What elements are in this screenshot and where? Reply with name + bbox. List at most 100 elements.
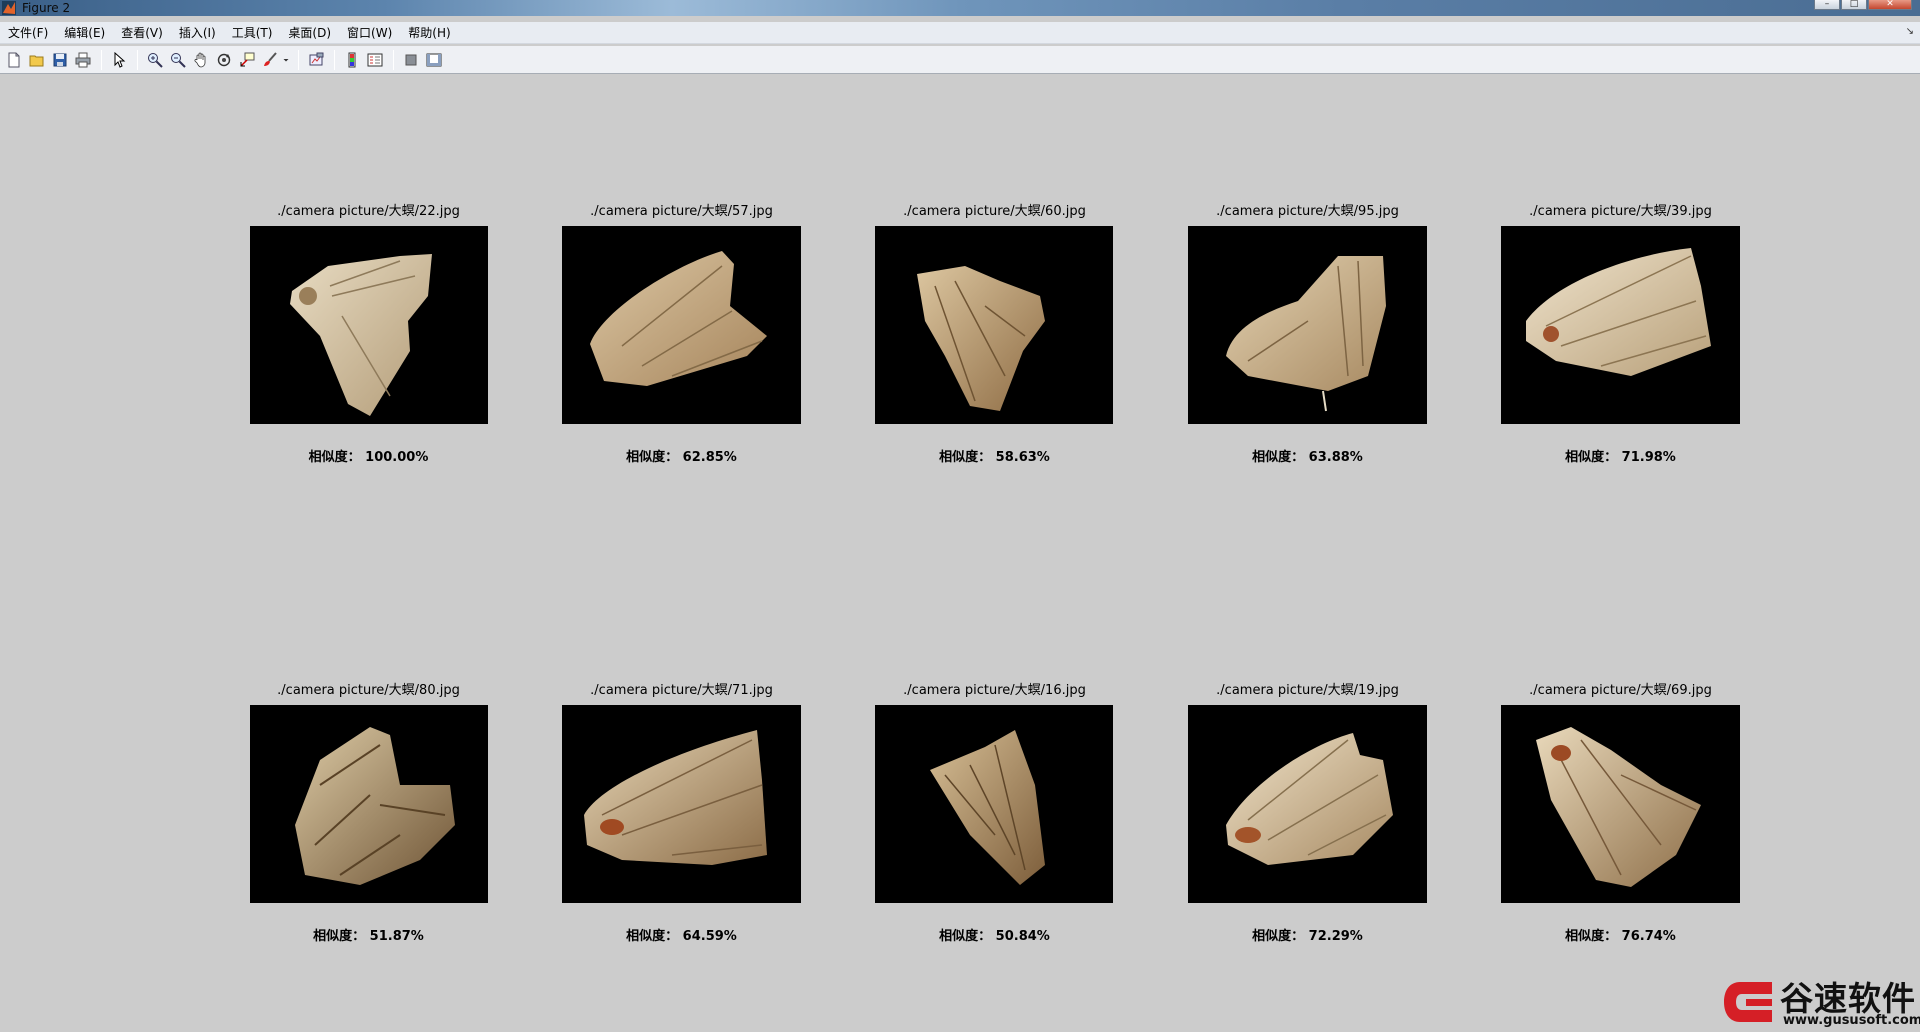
similarity-label: 相似度： 72.29% [1252,929,1363,944]
brush-icon [263,51,277,66]
open-file-button[interactable] [26,49,47,71]
toolbar-separator [137,49,138,70]
watermark-url: www.gususoft.com [1783,1013,1920,1028]
similarity-label: 相似度： 58.63% [939,450,1050,465]
print-button[interactable] [72,49,93,71]
image-path-title: ./camera picture/大螟/19.jpg [1216,683,1399,698]
printer-icon [75,52,90,67]
image-path-title: ./camera picture/大螟/39.jpg [1529,204,1712,219]
insert-colorbar-button[interactable] [341,49,362,71]
hide-plot-tools-icon [405,54,416,65]
hide-plot-tools-button[interactable] [400,49,421,71]
moth-silhouette [295,727,455,885]
legend-icon [367,53,382,66]
similarity-label: 相似度： 62.85% [626,450,737,465]
hand-icon [194,52,205,67]
save-button[interactable] [49,49,70,71]
link-plot-button[interactable] [305,49,326,71]
image-path-title: ./camera picture/大螟/57.jpg [590,204,773,219]
zoom-in-button[interactable] [144,49,165,71]
similarity-label: 相似度： 100.00% [308,450,429,465]
moth-image [1188,226,1427,424]
image-path-title: ./camera picture/大螟/22.jpg [277,204,460,219]
menu-tools[interactable]: 工具(T) [232,24,273,41]
edit-plot-button[interactable] [108,49,129,71]
subplot-4: ./camera picture/大螟/95.jpg 相似度： 63.88% [1179,200,1436,470]
moth-image [1501,226,1740,424]
similarity-label: 相似度： 71.98% [1565,450,1676,465]
menu-edit[interactable]: 编辑(E) [64,24,105,41]
similarity-label: 相似度： 64.59% [626,929,737,944]
toolbar-separator [334,49,335,70]
similarity-label: 相似度： 63.88% [1252,450,1363,465]
moth-silhouette [584,730,767,865]
moth-silhouette [290,254,432,416]
menu-file[interactable]: 文件(F) [8,24,48,41]
rotate-icon [217,53,230,66]
gusu-logo-icon [1724,982,1772,1022]
menu-window[interactable]: 窗口(W) [347,24,392,41]
toolbar-separator [393,49,394,70]
subplot-6: ./camera picture/大螟/80.jpg 相似度： 51.87% [240,679,497,949]
figure-toolbar [0,46,1920,74]
moth-image [1188,705,1427,903]
maximize-button[interactable]: □ [1841,0,1867,10]
moth-image [250,226,488,424]
arrow-cursor-icon [114,51,125,68]
zoom-out-button[interactable] [167,49,188,71]
moth-silhouette [1226,256,1386,412]
moth-silhouette [590,251,767,386]
image-path-title: ./camera picture/大螟/95.jpg [1216,204,1399,219]
similarity-label: 相似度： 50.84% [939,929,1050,944]
minimize-button[interactable]: – [1814,0,1840,10]
moth-silhouette [930,730,1045,885]
folder-icon [29,55,43,66]
dock-arrow-icon[interactable]: ↘ [1906,26,1914,37]
insert-legend-button[interactable] [364,49,385,71]
subplot-5: ./camera picture/大螟/39.jpg 相似度： 71.98% [1492,200,1749,470]
moth-silhouette [1536,727,1701,887]
moth-silhouette [1526,248,1711,376]
brush-button[interactable] [259,49,280,71]
link-plot-icon [309,52,323,65]
toolbar-separator [298,49,299,70]
image-path-title: ./camera picture/大螟/71.jpg [590,683,773,698]
moth-image [562,226,801,424]
image-path-title: ./camera picture/大螟/16.jpg [903,683,1086,698]
new-figure-button[interactable] [3,49,24,71]
subplot-8: ./camera picture/大螟/16.jpg 相似度： 50.84% [866,679,1123,949]
zoom-out-icon [170,52,186,68]
rotate-3d-button[interactable] [213,49,234,71]
brush-dropdown-button[interactable] [282,49,290,71]
menu-desktop[interactable]: 桌面(D) [288,24,331,41]
subplot-1: ./camera picture/大螟/22.jpg 相似度： 100.00% [240,200,497,470]
similarity-label: 相似度： 76.74% [1565,929,1676,944]
menu-help[interactable]: 帮助(H) [408,24,450,41]
title-bar: Figure 2 – □ ✕ [0,0,1920,16]
watermark: 谷速软件 www.gususoft.com [1720,972,1920,1030]
data-cursor-button[interactable] [236,49,257,71]
data-cursor-icon [239,52,254,67]
subplot-2: ./camera picture/大螟/57.jpg 相似度： 62.85% [553,200,810,470]
subplot-7: ./camera picture/大螟/71.jpg 相似度： 64.59% [553,679,810,949]
moth-image [875,705,1113,903]
moth-silhouette [917,266,1045,411]
subplot-9: ./camera picture/大螟/19.jpg 相似度： 72.29% [1179,679,1436,949]
subplot-10: ./camera picture/大螟/69.jpg 相似度： 76.74% [1492,679,1749,949]
show-plot-tools-button[interactable] [423,49,444,71]
moth-image [562,705,801,903]
zoom-in-icon [147,52,163,68]
pan-button[interactable] [190,49,211,71]
matlab-icon [2,1,16,15]
toolbar-separator [101,49,102,70]
window-controls: – □ ✕ [1813,0,1912,10]
close-button[interactable]: ✕ [1868,0,1912,10]
similarity-label: 相似度： 51.87% [313,929,424,944]
menu-bar: 文件(F) 编辑(E) 查看(V) 插入(I) 工具(T) 桌面(D) 窗口(W… [0,22,1920,44]
moth-silhouette [1226,733,1393,865]
subplot-3: ./camera picture/大螟/60.jpg 相似度： 58.63% [866,200,1123,470]
window-title: Figure 2 [22,1,71,15]
moth-image [1501,705,1740,903]
menu-view[interactable]: 查看(V) [121,24,163,41]
menu-insert[interactable]: 插入(I) [179,24,216,41]
